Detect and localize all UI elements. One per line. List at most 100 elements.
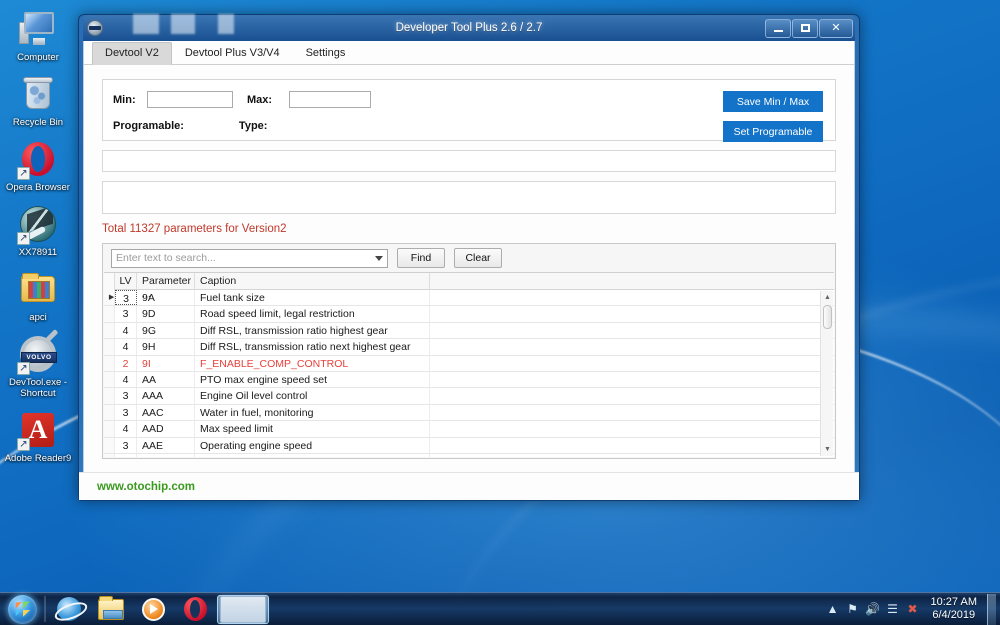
row-selector-cell[interactable] [104, 306, 115, 322]
row-selector-cell[interactable] [104, 437, 115, 453]
cell-filler [430, 388, 834, 403]
taskbar-item-media-player[interactable] [133, 595, 173, 624]
grid-vertical-scrollbar[interactable]: ▲ ▼ [820, 291, 833, 456]
cell-caption: Operating engine speed [195, 437, 430, 453]
window-client-area: Devtool V2 Devtool Plus V3/V4 Settings M… [79, 41, 859, 500]
row-selector-cell[interactable] [104, 322, 115, 339]
table-row[interactable]: 4 9G Diff RSL, transmission ratio highest … [104, 322, 834, 340]
cell-parameter: AA [137, 371, 195, 388]
cell-caption: Diff RSL, transmission ratio highest gea… [195, 322, 430, 339]
table-row[interactable]: ▶ 3 9A Fuel tank size [104, 290, 834, 307]
volvo-devtool-icon: VOLVO ↗ [17, 333, 59, 375]
scrollbar-thumb[interactable] [823, 305, 832, 329]
programable-row: Programable: Type: [113, 120, 327, 132]
window-thumbnail-icon [220, 595, 266, 623]
cell-caption: Engine Oil level control [195, 388, 430, 404]
table-row[interactable]: 4 AA PTO max engine speed set [104, 371, 834, 389]
desktop-icon-devtool-shortcut[interactable]: VOLVO ↗ DevTool.exe - Shortcut [0, 333, 76, 399]
taskbar-item-internet-explorer[interactable] [49, 595, 89, 624]
row-selector-cell[interactable]: ▶ [104, 290, 115, 306]
min-max-row: Min: Max: [113, 91, 371, 108]
network-error-icon[interactable]: ✖ [903, 598, 923, 620]
search-input[interactable] [116, 250, 374, 266]
action-center-icon[interactable]: ⚑ [843, 598, 863, 620]
table-row[interactable]: 2 9I F_ENABLE_COMP_CONTROL [104, 355, 834, 372]
row-selector-cell[interactable] [104, 388, 115, 404]
cell-caption: Fuel tank size [195, 290, 430, 306]
grid-body: ▶ 3 9A Fuel tank size 3 9D Road speed limit, l… [104, 290, 834, 457]
website-link[interactable]: www.otochip.com [97, 481, 195, 493]
min-input[interactable] [147, 91, 233, 108]
chevron-down-icon[interactable] [375, 255, 383, 261]
taskbar-item-windows-explorer[interactable] [91, 595, 131, 624]
cell-lv: 4 [115, 371, 137, 388]
show-hidden-icons-button[interactable]: ▲ [823, 598, 843, 620]
row-selector-cell[interactable] [104, 371, 115, 388]
clock-time: 10:27 AM [930, 596, 977, 608]
desktop-icon-recycle-bin[interactable]: Recycle Bin [0, 73, 76, 128]
cell-parameter: 9H [137, 339, 195, 355]
table-row[interactable]: 4AAFOperating engine speed, setting [104, 453, 834, 457]
table-row[interactable]: 3 9D Road speed limit, legal restriction [104, 306, 834, 323]
cell-lv: 3 [115, 290, 137, 306]
cell-lv: 4 [115, 453, 137, 457]
parameter-grid-panel: Find Clear LV Parameter ... Caption ▶39A… [102, 243, 836, 459]
desktop-icon-adobe-reader[interactable]: A ↗ Adobe Reader9 [0, 409, 76, 464]
cell-parameter: 9G [137, 322, 195, 339]
table-row[interactable]: 4 AAD Max speed limit [104, 421, 834, 438]
window-titlebar[interactable]: Developer Tool Plus 2.6 / 2.7 ✕ [83, 14, 855, 41]
window-title: Developer Tool Plus 2.6 / 2.7 [395, 22, 543, 34]
taskbar-item-opera[interactable] [175, 595, 215, 624]
maximize-button[interactable] [792, 18, 818, 38]
cell-filler [430, 405, 834, 420]
taskbar-item-developer-tool[interactable] [217, 594, 269, 624]
scroll-down-arrow-icon[interactable]: ▼ [821, 443, 834, 456]
row-selector-cell[interactable] [104, 404, 115, 421]
system-tray: ▲ ⚑ 🔊 ☰ ✖ 10:27 AM 6/4/2019 [823, 593, 1000, 625]
table-row[interactable]: 3 AAE Operating engine speed [104, 437, 834, 454]
table-row[interactable]: 3 AAC Water in fuel, monitoring [104, 404, 834, 422]
desktop-icon-apci[interactable]: apci [0, 268, 76, 323]
status-bar: www.otochip.com [79, 472, 859, 500]
grid-column-lv[interactable]: LV [115, 273, 137, 290]
max-input[interactable] [289, 91, 371, 108]
start-button[interactable] [2, 594, 42, 625]
cell-caption: Operating engine speed, setting [195, 453, 430, 457]
row-selector-cell[interactable] [104, 453, 115, 457]
network-icon[interactable]: ☰ [883, 598, 903, 620]
desktop-icon-computer[interactable]: Computer [0, 8, 76, 63]
grid-column-caption[interactable]: Caption [195, 273, 430, 290]
desktop-icon-xx78911[interactable]: ↗ XX78911 [0, 203, 76, 258]
volume-icon[interactable]: 🔊 [863, 598, 883, 620]
cell-lv: 4 [115, 339, 137, 355]
close-button[interactable]: ✕ [819, 18, 853, 38]
cell-caption: Road speed limit, legal restriction [195, 306, 430, 322]
max-label: Max: [247, 93, 273, 106]
tab-devtool-v2[interactable]: Devtool V2 [92, 42, 172, 65]
total-parameters-label: Total 11327 parameters for Version2 [102, 223, 287, 235]
grid-column-parameter[interactable]: Parameter ... [137, 273, 195, 300]
tab-settings[interactable]: Settings [293, 42, 359, 65]
save-min-max-button[interactable]: Save Min / Max [723, 91, 823, 112]
row-selector-cell[interactable] [104, 339, 115, 355]
scroll-up-arrow-icon[interactable]: ▲ [821, 291, 834, 304]
row-selector-cell[interactable] [104, 355, 115, 371]
table-row[interactable]: 4 9H Diff RSL, transmission ratio next hig… [104, 339, 834, 356]
desktop-icon-label: Computer [17, 52, 59, 63]
tab-devtool-plus-v3-v4[interactable]: Devtool Plus V3/V4 [172, 42, 293, 65]
minimize-button[interactable] [765, 18, 791, 38]
cell-caption: F_ENABLE_COMP_CONTROL [195, 355, 430, 371]
clear-button[interactable]: Clear [454, 248, 502, 268]
clock[interactable]: 10:27 AM 6/4/2019 [923, 596, 985, 622]
search-combobox[interactable] [111, 248, 388, 268]
row-selector-cell[interactable] [104, 421, 115, 437]
show-desktop-button[interactable] [987, 593, 996, 625]
find-button[interactable]: Find [397, 248, 445, 268]
desktop-icon-opera-browser[interactable]: ↗ Opera Browser [0, 138, 76, 193]
cell-parameter: AAD [137, 421, 195, 437]
set-programable-button[interactable]: Set Programable [723, 121, 823, 142]
table-row[interactable]: 3 AAA Engine Oil level control [104, 388, 834, 405]
cell-lv: 3 [115, 388, 137, 404]
cell-parameter: AAF [137, 453, 195, 457]
cell-parameter: 9A [137, 290, 195, 306]
